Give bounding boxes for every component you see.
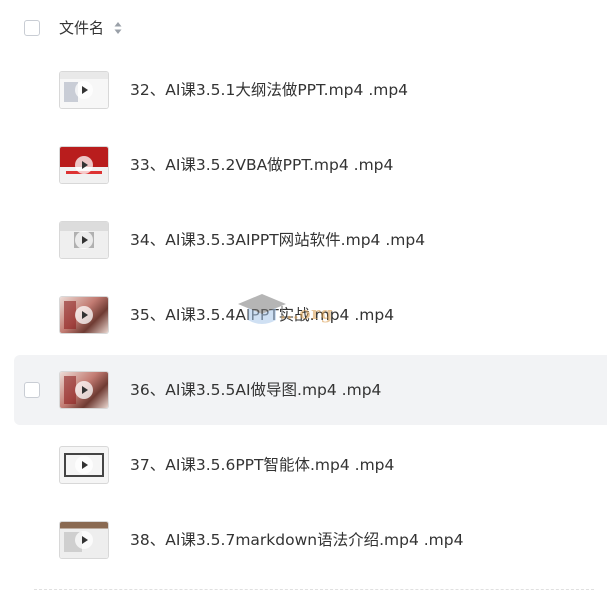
- watermark: ...org: [236, 290, 436, 336]
- play-icon: [75, 306, 93, 324]
- file-list-page: 文件名 32、AI课3.5.1大纲法做PPT.mp4 .mp4 33、AI课3.…: [0, 0, 607, 594]
- file-list-header: 文件名: [0, 0, 607, 58]
- filename-column-header[interactable]: 文件名: [59, 17, 104, 39]
- divider: [34, 589, 594, 590]
- file-name[interactable]: 38、AI课3.5.7markdown语法介绍.mp4 .mp4: [130, 529, 464, 551]
- watermark-text: ...org: [280, 304, 333, 324]
- file-row[interactable]: 33、AI课3.5.2VBA做PPT.mp4 .mp4: [14, 130, 607, 200]
- file-name[interactable]: 36、AI课3.5.5AI做导图.mp4 .mp4: [130, 379, 381, 401]
- file-row-hovered[interactable]: 36、AI课3.5.5AI做导图.mp4 .mp4: [14, 355, 607, 425]
- play-icon: [75, 381, 93, 399]
- play-icon: [75, 231, 93, 249]
- sort-icon[interactable]: [114, 21, 122, 35]
- video-thumbnail[interactable]: [60, 222, 108, 258]
- file-row[interactable]: 34、AI课3.5.3AIPPT网站软件.mp4 .mp4: [14, 205, 607, 275]
- file-name[interactable]: 34、AI课3.5.3AIPPT网站软件.mp4 .mp4: [130, 229, 425, 251]
- video-thumbnail[interactable]: [60, 522, 108, 558]
- file-name[interactable]: 33、AI课3.5.2VBA做PPT.mp4 .mp4: [130, 154, 393, 176]
- file-row[interactable]: 32、AI课3.5.1大纲法做PPT.mp4 .mp4: [14, 55, 607, 125]
- video-thumbnail[interactable]: [60, 372, 108, 408]
- file-row[interactable]: 37、AI课3.5.6PPT智能体.mp4 .mp4: [14, 430, 607, 500]
- play-icon: [75, 156, 93, 174]
- play-icon: [75, 531, 93, 549]
- play-icon: [75, 81, 93, 99]
- select-all-checkbox[interactable]: [24, 20, 40, 36]
- row-checkbox[interactable]: [24, 382, 40, 398]
- video-thumbnail[interactable]: [60, 297, 108, 333]
- video-thumbnail[interactable]: [60, 447, 108, 483]
- play-icon: [75, 456, 93, 474]
- file-name[interactable]: 37、AI课3.5.6PPT智能体.mp4 .mp4: [130, 454, 394, 476]
- video-thumbnail[interactable]: [60, 147, 108, 183]
- file-name[interactable]: 32、AI课3.5.1大纲法做PPT.mp4 .mp4: [130, 79, 408, 101]
- file-row[interactable]: 38、AI课3.5.7markdown语法介绍.mp4 .mp4: [14, 505, 607, 575]
- video-thumbnail[interactable]: [60, 72, 108, 108]
